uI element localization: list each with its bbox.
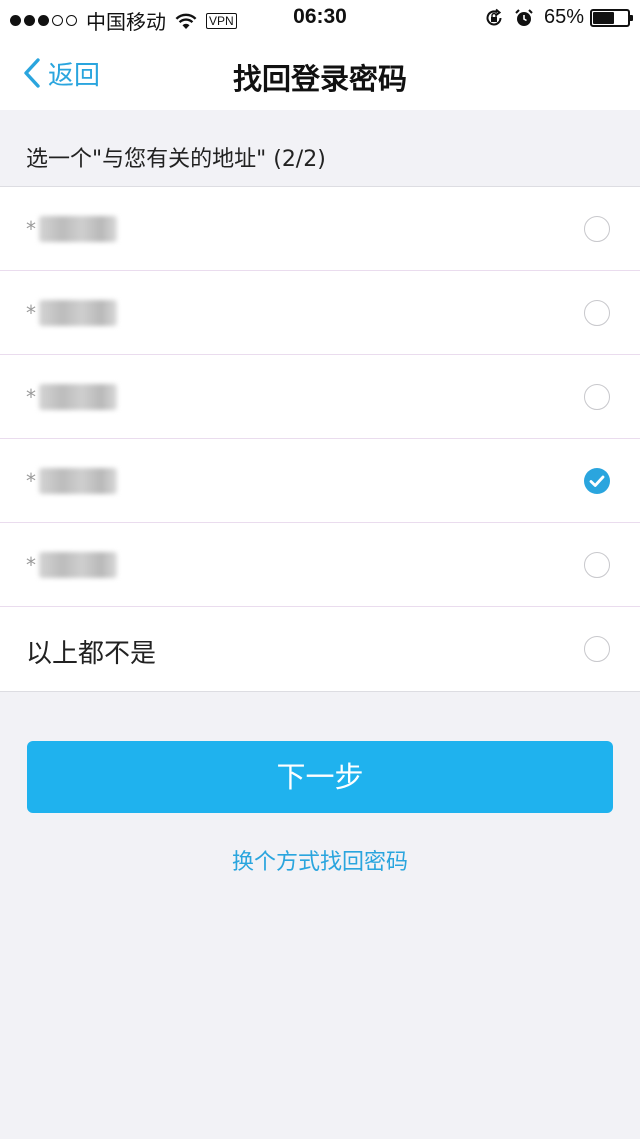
radio-unchecked-icon[interactable] [584,300,610,326]
radio-checked-icon[interactable] [584,468,610,494]
battery-percent: 65% [543,6,584,28]
checkmark-icon [589,475,605,487]
option-label: 以上都不是 [26,639,157,669]
status-right: 65% [484,6,633,29]
redacted-address-text: * [26,296,118,330]
address-option-row[interactable]: * [0,439,640,523]
address-option-row[interactable]: * [0,187,640,271]
address-option-row[interactable]: 以上都不是 [0,607,640,691]
address-option-row[interactable]: * [0,355,640,439]
section-header: 选一个"与您有关的地址" (2/2) [0,110,640,187]
alternate-method-link[interactable]: 换个方式找回密码 [0,844,640,876]
redacted-address-text: * [26,464,118,498]
page-title: 找回登录密码 [232,62,407,96]
status-bar: 中国移动 VPN 06:30 65% [0,0,640,36]
radio-unchecked-icon[interactable] [584,552,610,578]
battery-fill [593,11,615,24]
redacted-address-text: * [26,548,118,582]
alarm-icon [515,8,533,26]
radio-unchecked-icon[interactable] [584,384,610,410]
address-option-row[interactable]: * [0,271,640,355]
redacted-address-text: * [26,212,118,246]
radio-unchecked-icon[interactable] [584,636,610,662]
address-option-list: * * * * * 以上都不是 [0,187,640,692]
battery-icon [590,8,633,27]
redacted-address-text: * [26,380,118,414]
navigation-bar: 返回 找回登录密码 [0,36,640,110]
next-step-button[interactable]: 下一步 [27,741,613,813]
rotation-lock-icon [486,8,502,25]
address-option-row[interactable]: * [0,523,640,607]
radio-unchecked-icon[interactable] [584,216,610,242]
section-prompt: 选一个"与您有关的地址" (2/2) [26,147,326,172]
